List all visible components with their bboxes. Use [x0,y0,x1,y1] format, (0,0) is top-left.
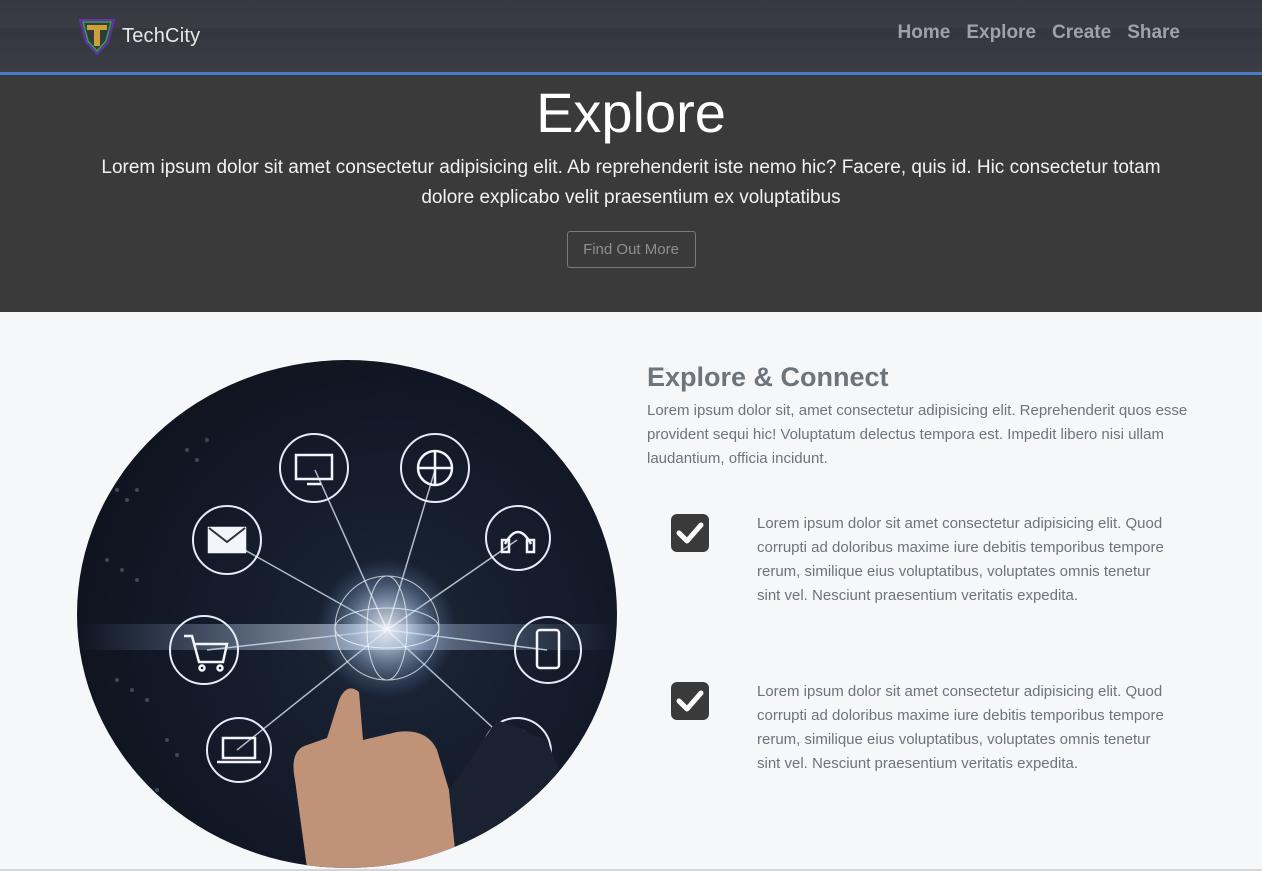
hero-section: Explore Lorem ipsum dolor sit amet conse… [0,75,1262,312]
section-text: Lorem ipsum dolor sit, amet consectetur … [647,402,1188,467]
nav-links: Home Explore Create Share [898,22,1180,44]
find-out-more-button[interactable]: Find Out More [566,231,696,268]
brand-name: TechCity [122,24,201,47]
explore-connect-section: Explore & Connect Lorem ipsum dolor sit,… [0,312,1262,869]
hero-text: Lorem ipsum dolor sit amet consectetur a… [101,157,1161,208]
feature-text: Lorem ipsum dolor sit amet consectetur a… [757,683,1164,772]
nav-explore[interactable]: Explore [966,22,1036,44]
techcity-logo-icon [78,19,116,56]
navbar: TechCity Home Explore Create Share [0,0,1262,75]
section-title: Explore & Connect [647,362,889,392]
network-illustration [77,433,617,868]
check-square-icon [671,682,709,720]
check-square-icon [671,514,709,552]
network-hand-image [77,360,617,868]
brand[interactable]: TechCity [78,16,200,56]
nav-share[interactable]: Share [1127,22,1180,44]
nav-home[interactable]: Home [898,22,951,44]
feature-text: Lorem ipsum dolor sit amet consectetur a… [757,515,1164,604]
nav-create[interactable]: Create [1052,22,1111,44]
right-column: Explore & Connect Lorem ipsum dolor sit,… [647,360,1192,772]
hero-title: Explore [536,81,726,144]
